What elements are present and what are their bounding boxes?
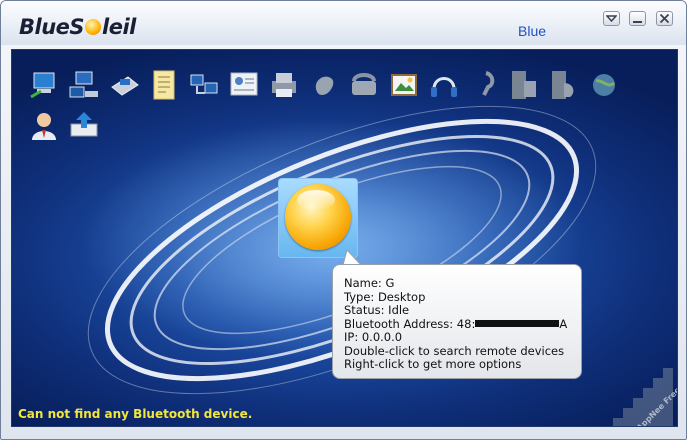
serial-port-2-icon[interactable] — [548, 69, 580, 101]
minimize-icon — [633, 21, 642, 23]
sync-globe-icon[interactable] — [588, 69, 620, 101]
serial-port-icon[interactable] — [508, 69, 540, 101]
device-name-line: Name: G — [344, 276, 395, 290]
status-message: Can not find any Bluetooth device. — [18, 407, 253, 421]
device-address-line: Bluetooth Address: 48: A — [344, 316, 568, 331]
double-click-hint: Double-click to search remote devices — [344, 343, 565, 358]
local-device-button[interactable] — [278, 178, 358, 258]
mouse-hid-icon[interactable] — [308, 69, 340, 101]
bluesoleil-logo: BlueS leil — [19, 15, 136, 39]
bluesoleil-window: BlueS leil Blue Name: G Type: Desktop St… — [0, 0, 687, 440]
chevron-down-icon — [606, 15, 617, 23]
personal-info-exchange-icon[interactable] — [228, 69, 260, 101]
sun-icon — [85, 19, 102, 35]
close-icon — [659, 13, 670, 24]
menu-button[interactable] — [603, 11, 620, 26]
device-info-tooltip: Name: G Type: Desktop Status: Idle Bluet… — [332, 264, 582, 379]
user-icon[interactable] — [28, 110, 60, 142]
device-status-line: Status: Idle — [344, 303, 410, 317]
file-transfer-icon[interactable] — [148, 69, 180, 101]
bluetooth-orb-icon — [285, 184, 351, 250]
minimize-button[interactable] — [629, 11, 646, 26]
dial-up-network-icon[interactable] — [68, 69, 100, 101]
close-button[interactable] — [656, 11, 673, 26]
watermark-logo: AppNee Freeware Group. — [613, 346, 677, 426]
printer-upload-icon[interactable] — [68, 110, 100, 142]
device-type-line: Type: Desktop — [344, 289, 426, 304]
network-access-icon[interactable] — [28, 69, 60, 101]
lan-access-icon[interactable] — [188, 69, 220, 101]
main-panel: Name: G Type: Desktop Status: Idle Bluet… — [11, 49, 678, 427]
address-redaction — [475, 319, 560, 327]
print-icon[interactable] — [268, 69, 300, 101]
earpiece-icon[interactable] — [468, 69, 500, 101]
window-title: Blue — [518, 23, 546, 39]
right-click-hint: Right-click to get more options — [344, 357, 522, 371]
fax-printer-icon[interactable] — [108, 69, 140, 101]
headset-icon[interactable] — [428, 69, 460, 101]
phone-icon[interactable] — [348, 69, 380, 101]
device-ip-line: IP: 0.0.0.0 — [344, 330, 403, 344]
picture-transfer-icon[interactable] — [388, 69, 420, 101]
title-bar[interactable]: BlueS leil Blue — [1, 1, 686, 45]
